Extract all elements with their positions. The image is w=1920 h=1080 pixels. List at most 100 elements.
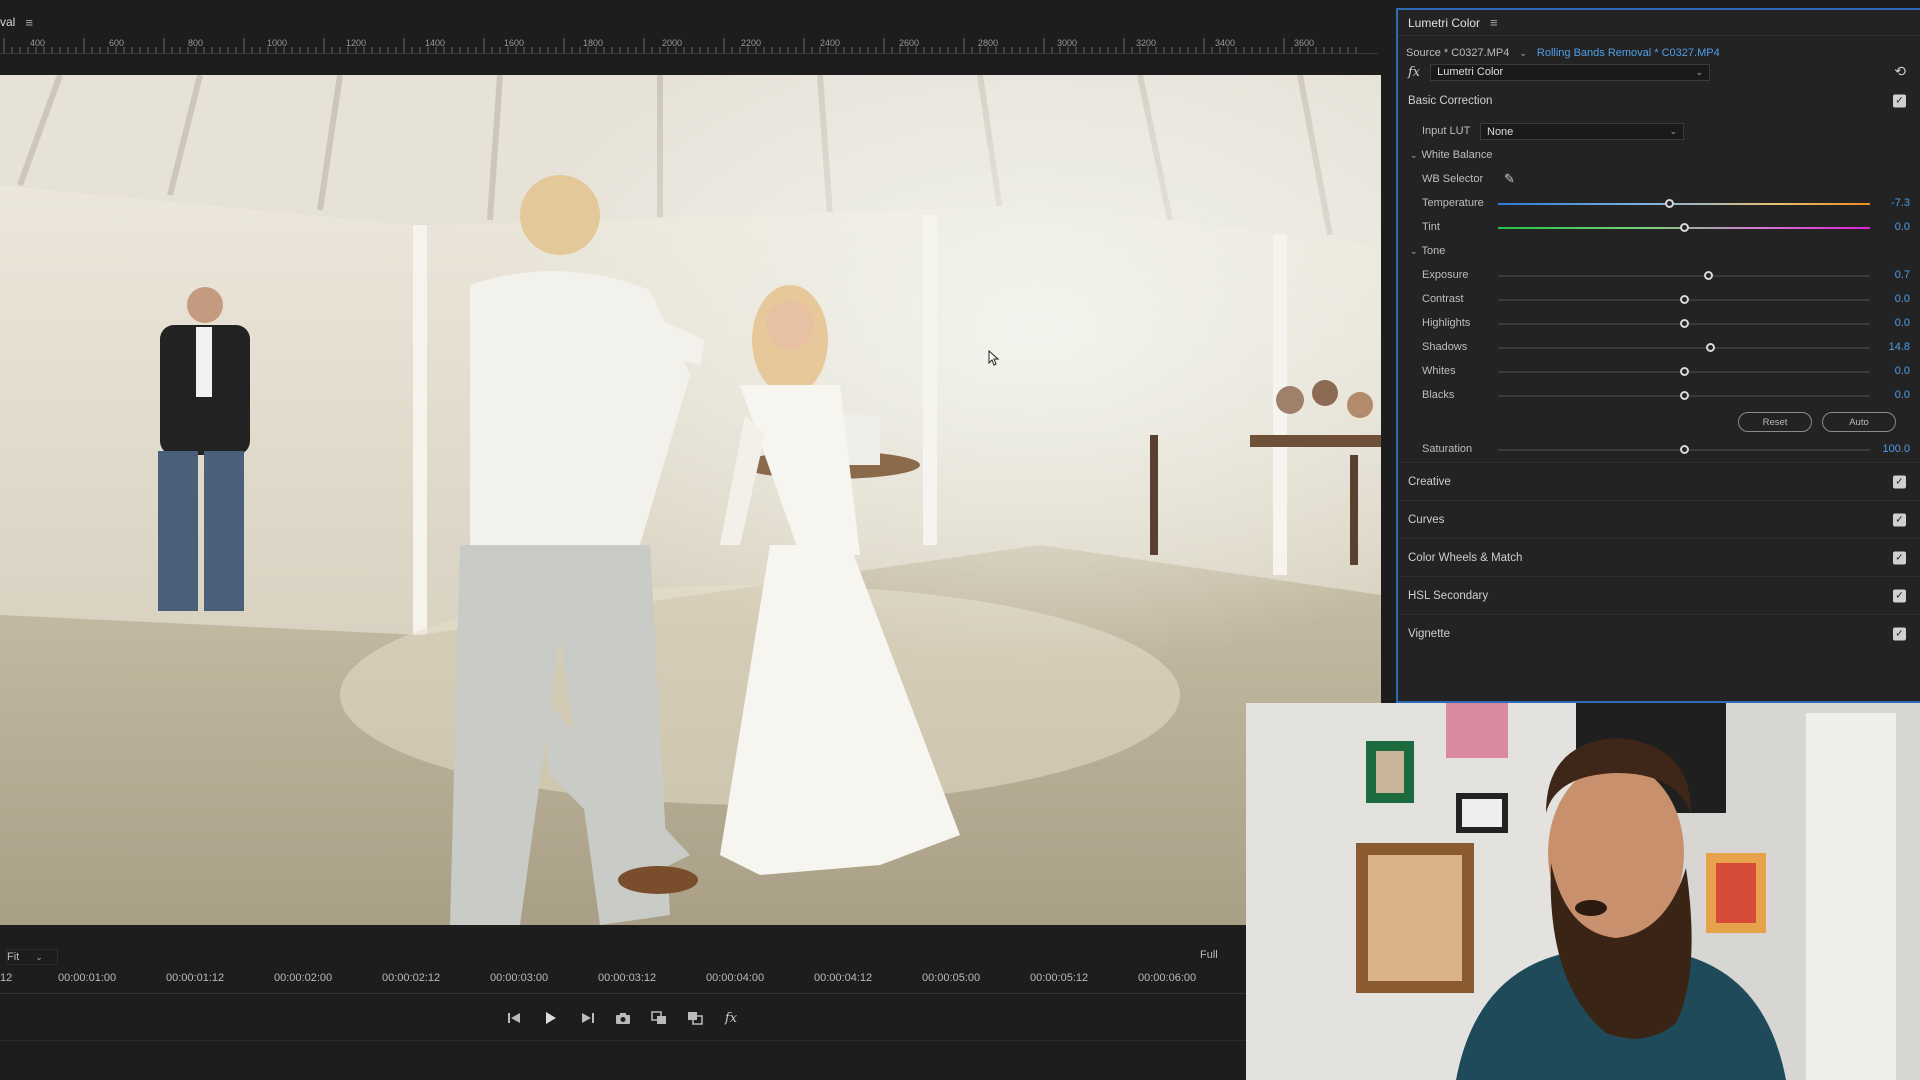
slider-thumb[interactable]	[1665, 199, 1675, 208]
ruler-tick-label: 1800	[583, 38, 603, 48]
wedding-dance-frame	[0, 75, 1381, 925]
saturation-slider-row: Saturation 100.0	[1398, 438, 1920, 462]
tone-toggle[interactable]: ⌄ Tone	[1410, 245, 1445, 257]
enable-checkbox[interactable]: ✓	[1893, 513, 1906, 526]
highlights-slider[interactable]	[1498, 319, 1870, 328]
slider-thumb[interactable]	[1704, 271, 1714, 280]
ruler-tick-label: 800	[188, 38, 203, 48]
reset-button[interactable]: Reset	[1738, 412, 1812, 432]
slider-row-shadows: Shadows 14.8	[1398, 336, 1920, 360]
section-header-basic-correction[interactable]: Basic Correction ✓	[1398, 82, 1920, 120]
tint-slider[interactable]	[1498, 223, 1870, 232]
effect-dropdown-value: Lumetri Color	[1437, 66, 1504, 78]
horizontal-ruler: 400 600 800 1000 1200 1400 1600 1800 2000 2200 240…	[0, 36, 1378, 54]
tint-value[interactable]: 0.0	[1895, 221, 1910, 233]
play-button[interactable]	[541, 1008, 561, 1028]
lumetri-color-panel: Lumetri Color ≡ Source * C0327.MP4 ⌄ Rol…	[1396, 8, 1920, 703]
lumetri-sections: Creative ✓ Curves ✓ Color Wheels & Match ✓ HSL…	[1398, 462, 1920, 652]
camera-icon	[616, 1013, 630, 1024]
temperature-slider[interactable]	[1498, 199, 1870, 208]
input-lut-dropdown[interactable]: None ⌄	[1480, 123, 1684, 140]
blacks-slider[interactable]	[1498, 391, 1870, 400]
comparison-view-button[interactable]	[649, 1008, 669, 1028]
chevron-down-icon: ⌄	[1669, 126, 1677, 136]
slider-label: Temperature	[1422, 197, 1484, 209]
enable-checkbox[interactable]: ✓	[1893, 589, 1906, 602]
chevron-down-icon: ⌄	[1410, 149, 1418, 160]
section-title: Basic Correction	[1408, 95, 1493, 107]
export-frame-button[interactable]	[613, 1008, 633, 1028]
enable-checkbox[interactable]: ✓	[1893, 627, 1906, 640]
shadows-slider[interactable]	[1498, 343, 1870, 352]
panel-menu-icon[interactable]: ≡	[1490, 16, 1498, 29]
blacks-value[interactable]: 0.0	[1895, 389, 1910, 401]
wb-selector-row: WB Selector ✎	[1398, 168, 1920, 192]
section-header-vignette[interactable]: Vignette ✓	[1398, 614, 1920, 652]
step-back-button[interactable]	[505, 1008, 525, 1028]
monitor-header: val ≡	[0, 8, 1386, 36]
ruler-tick-label: 3400	[1215, 38, 1235, 48]
timecode-label: 00:00:04:12	[814, 972, 873, 984]
temperature-value[interactable]: -7.3	[1891, 197, 1910, 209]
monitor-time-ruler[interactable]: 12 00:00:01:00 00:00:01:12 00:00:02:00 00:00…	[0, 968, 1246, 994]
panel-tab-lumetri-color[interactable]: Lumetri Color	[1408, 16, 1480, 30]
exposure-value[interactable]: 0.7	[1895, 269, 1910, 281]
slider-thumb[interactable]	[1680, 367, 1689, 376]
white-balance-toggle[interactable]: ⌄ White Balance	[1410, 149, 1492, 161]
slider-thumb[interactable]	[1680, 319, 1689, 328]
section-header-hsl-secondary[interactable]: HSL Secondary ✓	[1398, 576, 1920, 614]
section-title: Color Wheels & Match	[1408, 551, 1523, 564]
source-clip-label[interactable]: Source * C0327.MP4	[1406, 47, 1509, 59]
timecode-label: 00:00:01:00	[58, 972, 117, 984]
section-title: Vignette	[1408, 627, 1450, 640]
slider-thumb[interactable]	[1680, 295, 1689, 304]
white-balance-header[interactable]: ⌄ White Balance	[1398, 144, 1920, 168]
slider-thumb[interactable]	[1706, 343, 1716, 352]
shadows-value[interactable]: 14.8	[1889, 341, 1910, 353]
section-title: Creative	[1408, 475, 1451, 488]
step-forward-button[interactable]	[577, 1008, 597, 1028]
reset-effect-icon[interactable]: ⟲	[1894, 63, 1906, 80]
timecode-label: 12	[0, 972, 13, 984]
zoom-level-dropdown[interactable]: Fit ⌄	[6, 949, 58, 965]
slider-row-whites: Whites 0.0	[1398, 360, 1920, 384]
contrast-value[interactable]: 0.0	[1895, 293, 1910, 305]
video-frame[interactable]	[0, 75, 1381, 925]
ruler-tick-label: 2000	[662, 38, 682, 48]
section-header-color-wheels-match[interactable]: Color Wheels & Match ✓	[1398, 538, 1920, 576]
slider-thumb[interactable]	[1680, 391, 1689, 400]
resolution-dropdown[interactable]: Full	[1200, 949, 1218, 961]
toggle-proxies-button[interactable]	[685, 1008, 705, 1028]
contrast-slider[interactable]	[1498, 295, 1870, 304]
enable-checkbox[interactable]: ✓	[1893, 94, 1906, 108]
slider-thumb[interactable]	[1680, 223, 1689, 232]
slider-row-tint: Tint 0.0	[1398, 216, 1920, 240]
monitor-title[interactable]: val	[0, 15, 15, 29]
sequence-clip-link[interactable]: Rolling Bands Removal * C0327.MP4	[1537, 47, 1720, 59]
section-header-creative[interactable]: Creative ✓	[1398, 462, 1920, 500]
whites-slider[interactable]	[1498, 367, 1870, 376]
enable-checkbox[interactable]: ✓	[1893, 551, 1906, 564]
chevron-down-icon: ⌄	[35, 951, 43, 962]
resolution-value: Full	[1200, 949, 1218, 961]
saturation-slider[interactable]	[1498, 445, 1870, 454]
saturation-value[interactable]: 100.0	[1882, 443, 1910, 455]
slider-thumb[interactable]	[1680, 445, 1689, 454]
effect-row: fx Lumetri Color ⌄ ⟲	[1398, 62, 1920, 82]
tone-header[interactable]: ⌄ Tone	[1398, 240, 1920, 264]
input-lut-row: Input LUT None ⌄	[1398, 120, 1920, 144]
whites-value[interactable]: 0.0	[1895, 365, 1910, 377]
section-header-curves[interactable]: Curves ✓	[1398, 500, 1920, 538]
slider-row-exposure: Exposure 0.7	[1398, 264, 1920, 288]
section-title: HSL Secondary	[1408, 589, 1489, 602]
chevron-down-icon[interactable]: ⌄	[1519, 48, 1527, 59]
effect-dropdown[interactable]: Lumetri Color ⌄	[1430, 63, 1711, 81]
effects-toggle-button[interactable]: fx	[721, 1008, 741, 1028]
ruler-tick-label: 3000	[1057, 38, 1077, 48]
panel-menu-icon[interactable]: ≡	[25, 16, 33, 29]
auto-button[interactable]: Auto	[1822, 412, 1896, 432]
exposure-slider[interactable]	[1498, 271, 1870, 280]
highlights-value[interactable]: 0.0	[1895, 317, 1910, 329]
eyedropper-icon[interactable]: ✎	[1504, 171, 1515, 187]
enable-checkbox[interactable]: ✓	[1893, 475, 1906, 488]
